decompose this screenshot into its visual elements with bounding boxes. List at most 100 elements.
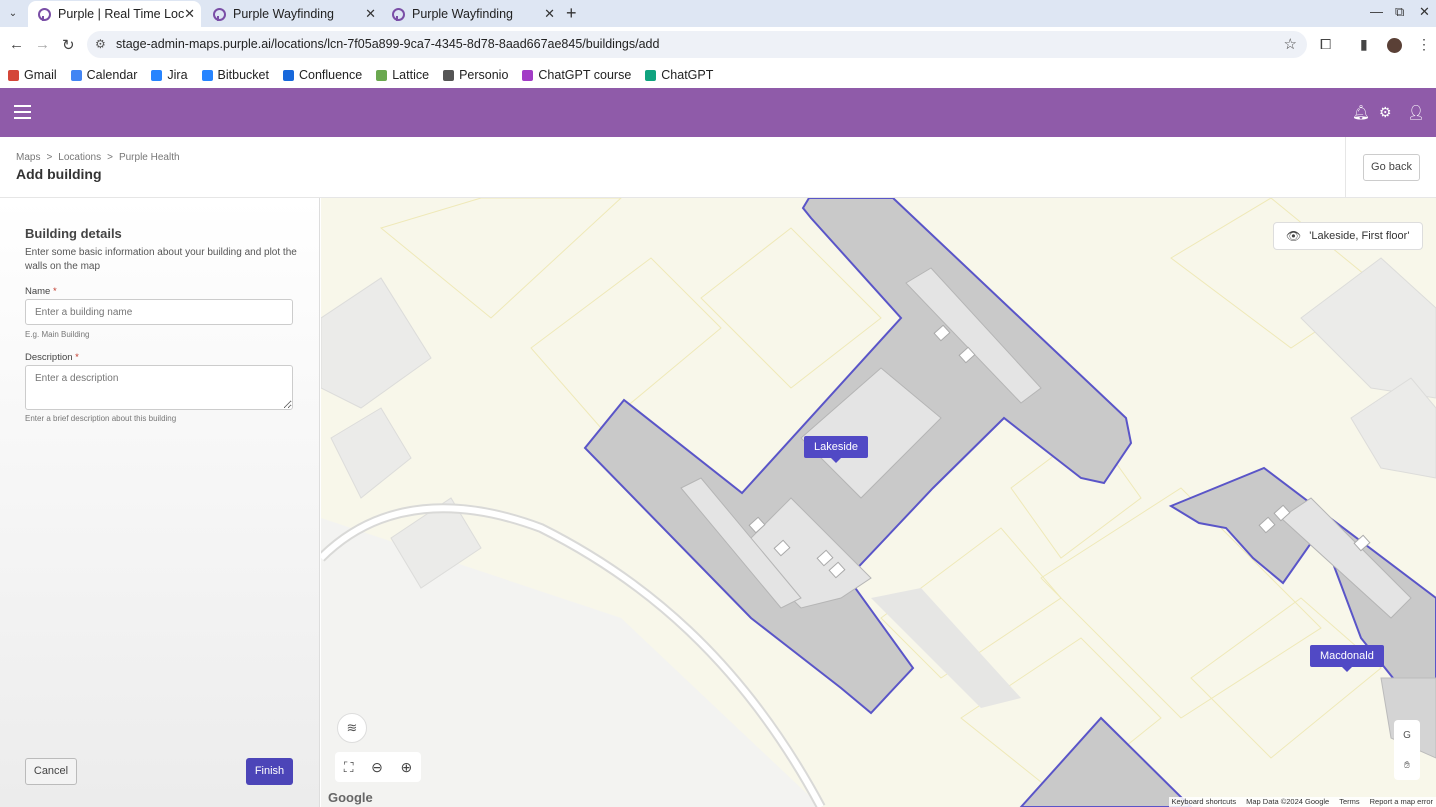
confluence-icon <box>282 69 294 81</box>
close-icon[interactable]: ✕ <box>544 6 555 22</box>
lattice-icon <box>376 69 388 81</box>
breadcrumb-purple-health[interactable]: Purple Health <box>119 152 180 163</box>
description-textarea[interactable] <box>25 365 293 410</box>
restore-icon[interactable]: ⧉ <box>1395 4 1404 20</box>
map-canvas[interactable]: 👁︎ 'Lakeside, First floor' Lakeside Macd… <box>321 198 1436 807</box>
bell-icon[interactable]: 🔔︎ <box>1352 104 1370 121</box>
gear-icon[interactable]: ⚙ <box>1379 104 1392 121</box>
address-bar[interactable]: ⚙ stage-admin-maps.purple.ai/locations/l… <box>87 31 1307 58</box>
extensions-icon[interactable]: ⧠ <box>1320 36 1331 53</box>
site-info-icon[interactable]: ⚙ <box>95 37 106 51</box>
bookmark-confluence[interactable]: Confluence <box>282 68 363 82</box>
bookmark-label: Jira <box>167 68 188 82</box>
description-label: Description * <box>25 352 79 363</box>
keyboard-shortcuts-link[interactable]: Keyboard shortcuts <box>1172 797 1237 807</box>
bookmark-label: Personio <box>459 68 509 82</box>
building-details-panel: Building details Enter some basic inform… <box>0 198 320 807</box>
purple-favicon-icon <box>38 7 51 21</box>
bookmark-chatgpt[interactable]: ChatGPT <box>645 68 713 82</box>
calendar-icon <box>70 69 82 81</box>
bookmark-label: Lattice <box>392 68 430 82</box>
bookmark-label: Confluence <box>298 68 363 82</box>
browser-tab-active[interactable]: Purple | Real Time Locati ✕ <box>28 1 201 27</box>
minimize-icon[interactable]: — <box>1370 4 1383 19</box>
chatgpt-icon <box>645 69 657 81</box>
map-control-g[interactable]: G <box>1403 730 1411 741</box>
report-map-error-link[interactable]: Report a map error <box>1370 797 1433 807</box>
close-icon[interactable]: ✕ <box>184 6 195 22</box>
map-graphics <box>321 198 1436 807</box>
map-footer: Keyboard shortcuts Map Data ©2024 Google… <box>1168 797 1436 807</box>
bookmark-lattice[interactable]: Lattice <box>376 68 429 82</box>
tab-title: Purple Wayfinding <box>233 7 334 21</box>
divider <box>1345 137 1346 198</box>
floor-selector-button[interactable]: 👁︎ 'Lakeside, First floor' <box>1273 222 1423 250</box>
bookmark-star-icon[interactable]: ☆ <box>1284 35 1297 53</box>
side-panel-icon[interactable]: ▮ <box>1360 36 1368 53</box>
app-bar: 🔔︎ ⚙ 👤︎ <box>0 88 1436 137</box>
fullscreen-icon[interactable]: ⛶ <box>344 759 354 776</box>
breadcrumb-separator: > <box>46 152 53 163</box>
form-description: Enter some basic information about your … <box>25 247 297 272</box>
bookmark-gmail[interactable]: Gmail <box>8 68 57 82</box>
user-icon[interactable]: 👤︎ <box>1407 104 1425 121</box>
tab-title: Purple | Real Time Locati <box>58 7 184 21</box>
browser-tab[interactable]: Purple Wayfinding ✕ <box>382 1 561 27</box>
finish-button[interactable]: Finish <box>246 758 293 785</box>
gmail-icon <box>8 69 19 81</box>
name-label-text: Name <box>25 286 51 297</box>
go-back-button[interactable]: Go back <box>1363 154 1420 181</box>
personio-icon <box>443 69 455 81</box>
required-mark: * <box>52 286 57 297</box>
tab-title: Purple Wayfinding <box>412 7 513 21</box>
bookmark-chatgpt-course[interactable]: ChatGPT course <box>522 68 631 82</box>
google-logo: Google <box>328 790 373 805</box>
bookmark-bitbucket[interactable]: Bitbucket <box>201 68 269 82</box>
name-hint: E.g. Main Building <box>25 330 90 339</box>
hamburger-menu-icon[interactable] <box>14 105 31 119</box>
reload-icon[interactable]: ↻ <box>62 36 75 54</box>
forward-arrow-icon[interactable]: → <box>35 36 50 53</box>
zoom-in-icon[interactable]: ⊕ <box>400 759 412 776</box>
cancel-button[interactable]: Cancel <box>25 758 77 785</box>
required-mark: * <box>75 352 79 363</box>
browser-menu-icon[interactable]: ⋮ <box>1417 36 1431 53</box>
url-text[interactable]: stage-admin-maps.purple.ai/locations/lcn… <box>116 37 659 51</box>
bitbucket-icon <box>201 69 213 81</box>
bookmark-label: Calendar <box>86 68 138 82</box>
layers-icon[interactable]: ≋ <box>337 713 367 743</box>
bookmark-jira[interactable]: Jira <box>151 68 188 82</box>
bookmark-label: ChatGPT <box>661 68 714 82</box>
purple-favicon-icon <box>213 7 226 21</box>
building-name-input[interactable] <box>25 299 293 325</box>
bookmark-label: Gmail <box>24 68 57 82</box>
bookmark-label: Bitbucket <box>217 68 269 82</box>
profile-avatar[interactable] <box>1387 38 1402 53</box>
zoom-out-icon[interactable]: ⊖ <box>371 759 383 776</box>
building-label-lakeside[interactable]: Lakeside <box>804 436 869 463</box>
name-label: Name * <box>25 286 57 297</box>
eye-icon: 👁︎ <box>1286 229 1302 243</box>
browser-tab[interactable]: Purple Wayfinding ✕ <box>203 1 382 27</box>
browser-tab-strip: ⌄ Purple | Real Time Locati ✕ Purple Way… <box>0 0 1436 27</box>
building-label-macdonald[interactable]: Macdonald <box>1310 645 1384 672</box>
bookmark-calendar[interactable]: Calendar <box>70 68 138 82</box>
close-icon[interactable]: ✕ <box>365 6 376 22</box>
back-arrow-icon[interactable]: ← <box>9 36 24 53</box>
pegman-icon[interactable]: ✋︎ <box>1404 760 1410 771</box>
window-close-icon[interactable]: ✕ <box>1419 4 1430 20</box>
purple-favicon-icon <box>392 7 405 21</box>
breadcrumb-maps[interactable]: Maps <box>16 152 40 163</box>
description-hint: Enter a brief description about this bui… <box>25 414 177 423</box>
page-title: Add building <box>16 166 102 182</box>
bookmark-personio[interactable]: Personio <box>443 68 508 82</box>
terms-link[interactable]: Terms <box>1339 797 1359 807</box>
browser-toolbar: ← → ↻ ⚙ stage-admin-maps.purple.ai/locat… <box>0 27 1436 62</box>
bookmarks-bar: Gmail Calendar Jira Bitbucket Confluence Latt… <box>0 62 1436 88</box>
new-tab-icon[interactable]: + <box>566 3 577 24</box>
breadcrumb: Maps > Locations > Purple Health <box>16 152 180 163</box>
form-title: Building details <box>25 226 122 241</box>
tab-search-icon[interactable]: ⌄ <box>4 5 22 23</box>
map-zoom-controls: ⛶ ⊖ ⊕ <box>335 752 421 782</box>
breadcrumb-locations[interactable]: Locations <box>58 152 101 163</box>
